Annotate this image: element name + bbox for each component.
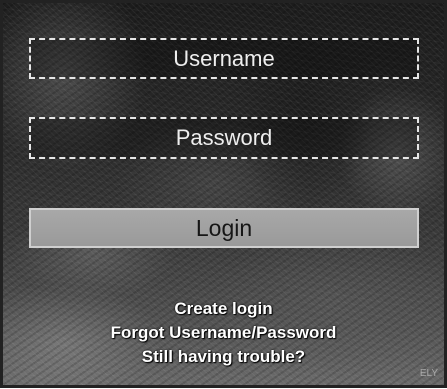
- trouble-link[interactable]: Still having trouble?: [3, 345, 444, 369]
- corner-badge: ELY: [419, 368, 438, 379]
- login-button[interactable]: Login: [29, 208, 419, 248]
- create-login-link[interactable]: Create login: [3, 297, 444, 321]
- forgot-credentials-link[interactable]: Forgot Username/Password: [3, 321, 444, 345]
- login-screen: Login Create login Forgot Username/Passw…: [0, 0, 447, 388]
- password-input[interactable]: [29, 117, 419, 159]
- username-input[interactable]: [29, 38, 419, 79]
- help-links: Create login Forgot Username/Password St…: [3, 297, 444, 369]
